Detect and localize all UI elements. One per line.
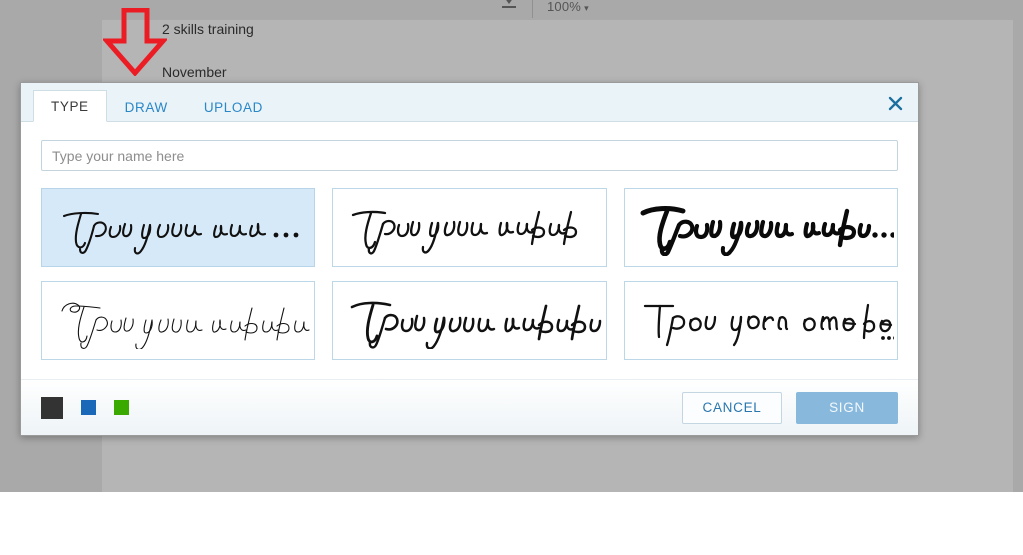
color-swatch-blue[interactable] <box>81 400 96 415</box>
footer-actions: CANCEL SIGN <box>682 391 898 424</box>
signature-preview-slanted-marker <box>352 210 578 255</box>
annotation-down-arrow-icon <box>103 8 167 76</box>
color-swatch-green[interactable] <box>114 400 129 415</box>
cancel-button[interactable]: CANCEL <box>682 391 782 424</box>
signature-style-card-casual-script[interactable] <box>41 188 316 267</box>
modal-body <box>21 122 918 360</box>
zoom-level-label: 100% <box>547 0 582 14</box>
document-text-skills-training: 2 skills training <box>162 21 254 37</box>
signature-style-card-thin-copperplate[interactable] <box>41 281 316 360</box>
signature-style-card-print-handwriting[interactable] <box>623 281 898 360</box>
modal-header: TYPE DRAW UPLOAD <box>21 83 918 122</box>
signature-style-card-elegant-calligraphy[interactable] <box>332 281 607 360</box>
tab-strip: TYPE DRAW UPLOAD <box>33 89 281 123</box>
zoom-control[interactable]: 100% ▾ <box>547 0 589 16</box>
close-icon[interactable] <box>884 92 906 114</box>
chevron-down-icon: ▾ <box>584 3 589 13</box>
signature-style-card-slanted-marker[interactable] <box>332 188 607 267</box>
signature-preview-thin-copperplate <box>61 302 310 349</box>
signature-preview-bold-brush <box>640 205 894 256</box>
signature-style-card-bold-brush[interactable] <box>623 188 898 267</box>
signature-preview-print-handwriting <box>643 303 894 346</box>
document-text-november: November <box>162 64 227 80</box>
tab-upload[interactable]: UPLOAD <box>186 91 281 123</box>
signature-modal: TYPE DRAW UPLOAD Type your name here CAN… <box>20 82 919 436</box>
signature-preview-elegant-calligraphy <box>351 301 602 349</box>
color-swatches <box>41 396 129 419</box>
color-swatch-black[interactable] <box>41 396 63 419</box>
toolbar-divider <box>532 0 533 18</box>
sign-button[interactable]: SIGN <box>796 391 898 424</box>
signature-preview-casual-script <box>62 211 299 254</box>
modal-footer: CANCEL SIGN <box>21 379 918 435</box>
toolbar-controls: 100% ▾ <box>500 0 589 20</box>
signature-name-input[interactable] <box>41 140 898 171</box>
document-right-rail <box>1013 20 1023 492</box>
download-icon[interactable] <box>500 0 518 17</box>
tab-type[interactable]: TYPE <box>33 89 107 122</box>
tab-draw[interactable]: DRAW <box>107 91 186 123</box>
signature-style-grid <box>41 188 898 360</box>
